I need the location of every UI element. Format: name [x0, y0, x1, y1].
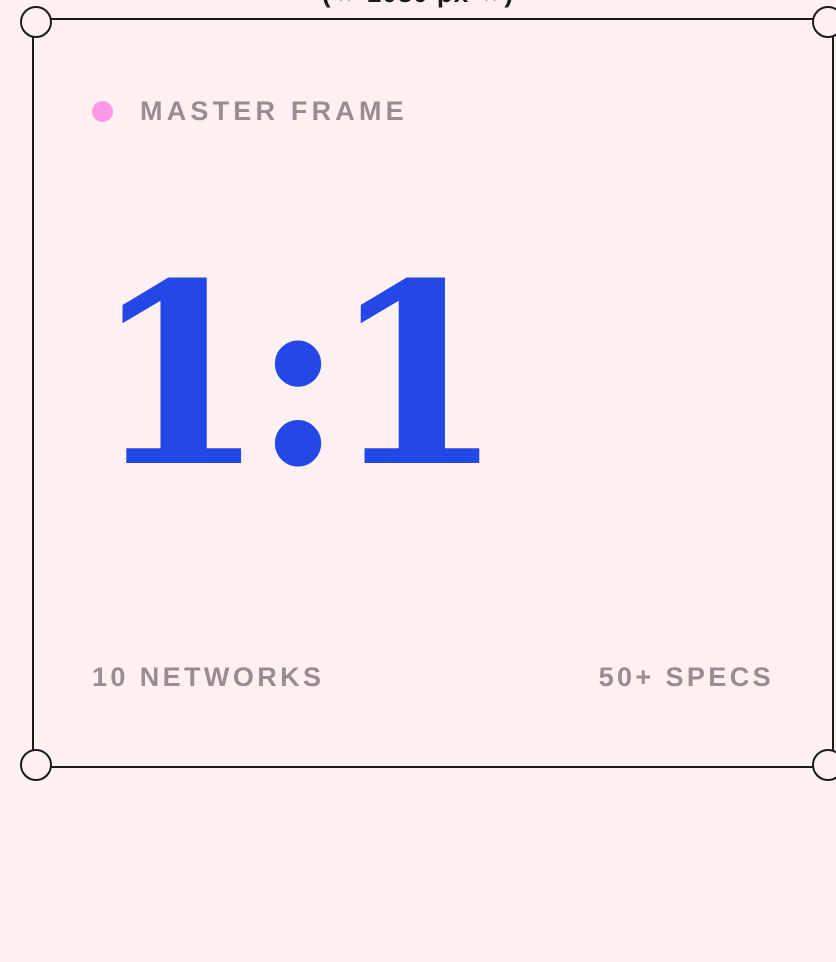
status-dot-icon	[92, 101, 113, 122]
resize-handle-bottom-right[interactable]	[812, 749, 836, 781]
frame-label-text: MASTER FRAME	[140, 96, 408, 126]
frame-width-label: (↔ 1080 px ↔)	[0, 0, 836, 9]
aspect-ratio-heading: 1:1	[92, 228, 504, 522]
specs-count: 50+ SPECS	[598, 662, 774, 692]
resize-handle-top-left[interactable]	[20, 6, 52, 38]
resize-handle-bottom-left[interactable]	[20, 749, 52, 781]
networks-count: 10 NETWORKS	[92, 662, 325, 692]
resize-handle-top-right[interactable]	[812, 6, 836, 38]
frame-label: MASTER FRAME	[92, 96, 408, 127]
